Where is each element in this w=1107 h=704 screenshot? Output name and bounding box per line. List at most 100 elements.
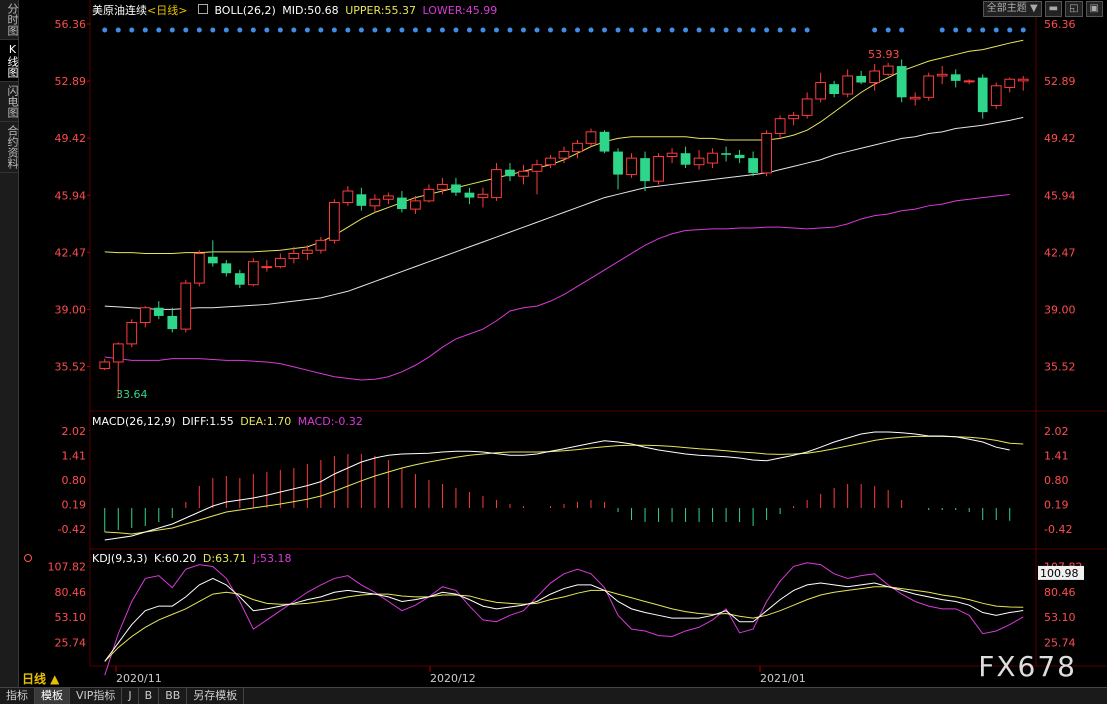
- bottom-tab-2[interactable]: VIP指标: [70, 688, 123, 704]
- restore-icon[interactable]: ◱: [1065, 1, 1083, 17]
- candle-body-up: [423, 188, 435, 202]
- boll-upper: UPPER:55.37: [345, 4, 416, 17]
- signal-dot: [304, 27, 310, 33]
- bottom-tab-5[interactable]: BB: [159, 688, 188, 704]
- signal-dot: [575, 27, 581, 33]
- period-selector[interactable]: 日线 ▲: [22, 670, 59, 687]
- kdj-d: D:63.71: [202, 552, 247, 565]
- candle-body-up: [288, 252, 300, 259]
- signal-dot: [642, 27, 648, 33]
- signal-dot: [534, 27, 540, 33]
- signal-dot: [115, 27, 121, 33]
- candle-body-down: [167, 315, 178, 330]
- signal-dot: [980, 27, 986, 33]
- signal-dot: [629, 27, 635, 33]
- signal-dot: [1020, 27, 1026, 33]
- signal-dot: [993, 27, 999, 33]
- signal-dot: [426, 27, 432, 33]
- signal-dot: [331, 27, 337, 33]
- signal-dot: [656, 27, 662, 33]
- candle-body-up: [180, 282, 192, 330]
- candle-body-up: [909, 96, 921, 100]
- macd-indicator: MACD(26,12,9): [92, 415, 176, 428]
- candle-body-up: [369, 198, 381, 207]
- signal-dot: [345, 27, 351, 33]
- candle-body-down: [397, 197, 407, 210]
- kdj-tick-left: 80.46: [55, 586, 87, 599]
- candle-body-down: [613, 151, 623, 175]
- bottom-tab-1[interactable]: 模板: [35, 688, 70, 704]
- signal-dot: [561, 27, 567, 33]
- signal-dot: [899, 27, 905, 33]
- macd-panel-header: MACD(26,12,9) DIFF:1.55 DEA:1.70 MACD:-0…: [92, 415, 366, 428]
- candle-body-up: [707, 152, 718, 164]
- signal-dot: [804, 27, 810, 33]
- theme-dropdown[interactable]: 全部主题 ▼: [982, 1, 1042, 17]
- minimize-icon[interactable]: ▬: [1044, 1, 1063, 17]
- chevron-down-icon: ▼: [1029, 3, 1038, 14]
- macd-dea: DEA:1.70: [240, 415, 292, 428]
- candle-body-down: [950, 74, 961, 81]
- candle-body-up: [518, 170, 529, 177]
- bottom-tab-3[interactable]: J: [122, 688, 139, 704]
- signal-dot: [439, 27, 445, 33]
- candle-body-down: [505, 169, 515, 177]
- signal-dot: [1007, 27, 1013, 33]
- candle-body-down: [464, 192, 475, 198]
- signal-dot: [466, 27, 472, 33]
- kdj-tick-left: 25.74: [55, 636, 87, 649]
- candle-body-down: [856, 75, 867, 83]
- watermark-logo: FX678: [978, 650, 1077, 683]
- boll-icon[interactable]: [197, 4, 208, 14]
- signal-dot: [669, 27, 675, 33]
- price-tick-left: 45.94: [55, 189, 87, 202]
- price-tick-right: 42.47: [1044, 246, 1076, 259]
- candle-body-down: [896, 66, 907, 98]
- candle-body-up: [342, 190, 354, 204]
- candle-body-up: [842, 75, 854, 95]
- candle-body-up: [761, 132, 772, 174]
- candle-body-down: [221, 263, 232, 274]
- signal-dot: [953, 27, 959, 33]
- bottom-tab-6[interactable]: 另存模板: [187, 688, 245, 704]
- bottom-tab-4[interactable]: B: [139, 688, 160, 704]
- signal-dot: [723, 27, 729, 33]
- signal-dot: [372, 27, 378, 33]
- boll-lower-line: [104, 193, 1010, 381]
- candle-body-up: [126, 322, 138, 345]
- price-tick-left: 56.36: [55, 18, 87, 31]
- chart-canvas[interactable]: 56.36 56.36 52.89 52.89 49.42 49.42 45.94 45.94…: [0, 0, 1107, 687]
- signal-dot: [142, 27, 148, 33]
- candle-body-up: [801, 98, 813, 116]
- kdj-tick-right: 80.46: [1044, 586, 1076, 599]
- signal-dot: [764, 27, 770, 33]
- price-tick-right: 35.52: [1044, 361, 1076, 374]
- signal-dot: [683, 27, 689, 33]
- kdj-d-line: [104, 586, 1024, 662]
- candle-body-up: [139, 307, 151, 324]
- signal-dot: [223, 27, 229, 33]
- signal-dot: [966, 27, 972, 33]
- x-axis-label: 2021/01: [760, 672, 806, 685]
- signal-dot: [385, 27, 391, 33]
- candle-body-down: [829, 84, 840, 95]
- kdj-k-line: [104, 577, 1024, 662]
- kdj-settings-icon[interactable]: [24, 552, 35, 565]
- candle-body-up: [923, 75, 935, 98]
- kdj-indicator: KDJ(9,3,3): [92, 552, 148, 565]
- bottom-tab-0[interactable]: 指标: [0, 688, 35, 704]
- signal-dot: [318, 27, 324, 33]
- candle-body-up: [788, 114, 799, 120]
- price-tick-left: 52.89: [55, 75, 87, 88]
- signal-dot: [237, 27, 243, 33]
- maximize-icon[interactable]: ▣: [1085, 1, 1103, 17]
- candle-body-up: [1017, 78, 1029, 82]
- price-tick-left: 49.42: [55, 132, 87, 145]
- signal-dot: [493, 27, 499, 33]
- signal-dot: [291, 27, 297, 33]
- candle-body-down: [599, 131, 610, 152]
- candle-body-down: [207, 256, 218, 264]
- signal-dot: [480, 27, 486, 33]
- kdj-k: K:60.20: [154, 552, 197, 565]
- candle-body-up: [99, 361, 111, 370]
